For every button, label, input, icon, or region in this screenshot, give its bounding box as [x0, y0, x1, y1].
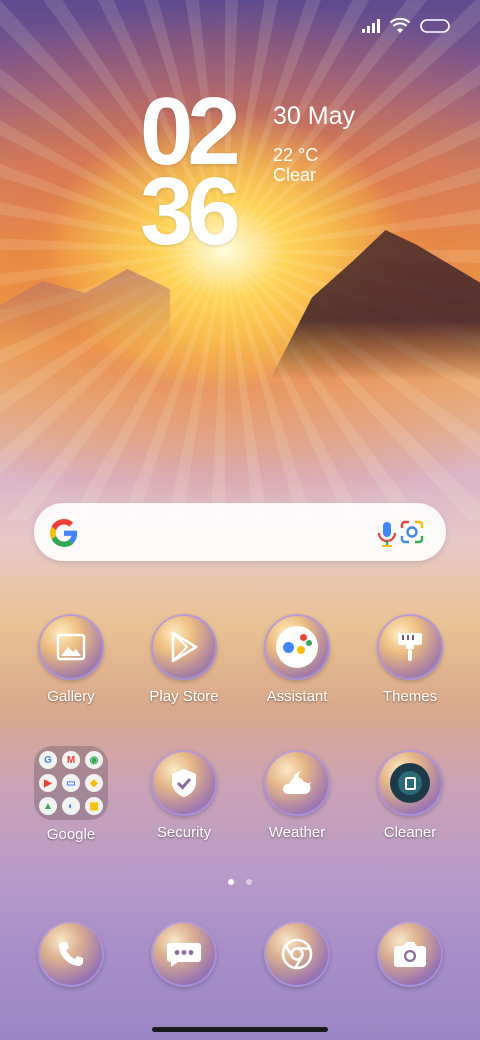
- app-label: Google: [46, 826, 96, 843]
- battery-icon: [420, 19, 450, 33]
- dock-messages[interactable]: [129, 921, 239, 987]
- messages-icon: [151, 921, 217, 987]
- phone-icon: [38, 921, 104, 987]
- folder-app-icon: ▭: [62, 774, 80, 792]
- folder-app-icon: ▦: [85, 797, 103, 815]
- folder-icon: G M ◉ ▶ ▭ ◆ ▲ ◐ ▦: [34, 746, 108, 820]
- assistant-icon: [264, 614, 330, 680]
- app-security[interactable]: Security: [129, 750, 239, 841]
- page-dot-active: [228, 879, 234, 885]
- dock-camera[interactable]: [355, 921, 465, 987]
- temperature-text: 22 °C: [273, 145, 319, 165]
- dock-phone[interactable]: [16, 921, 126, 987]
- google-search-bar[interactable]: [34, 503, 446, 561]
- gallery-icon: [38, 614, 104, 680]
- google-g-icon: [50, 519, 78, 552]
- status-bar: [362, 18, 450, 34]
- app-label: Assistant: [266, 688, 328, 705]
- page-indicator: [228, 879, 252, 885]
- home-gesture-bar[interactable]: [152, 1027, 328, 1032]
- app-themes[interactable]: Themes: [355, 614, 465, 705]
- app-cleaner[interactable]: Cleaner: [355, 750, 465, 841]
- folder-app-icon: ◆: [85, 774, 103, 792]
- play-store-icon: [151, 614, 217, 680]
- folder-app-icon: M: [62, 751, 80, 769]
- camera-icon: [377, 921, 443, 987]
- app-label: Security: [156, 824, 212, 841]
- date-text: 30 May: [273, 102, 355, 130]
- clock-minute: 36: [140, 158, 241, 265]
- app-label: Themes: [382, 688, 438, 705]
- folder-app-icon: ▶: [39, 774, 57, 792]
- page-dot: [246, 879, 252, 885]
- wallpaper-mountain: [270, 230, 480, 380]
- dock-chrome[interactable]: [242, 921, 352, 987]
- weather-icon: [264, 750, 330, 816]
- condition-text: Clear: [273, 165, 317, 185]
- wifi-icon: [390, 18, 410, 34]
- brush-icon: [377, 614, 443, 680]
- cleaner-icon: [377, 750, 443, 816]
- shield-icon: [151, 750, 217, 816]
- app-label: Play Store: [149, 688, 219, 705]
- app-folder-google[interactable]: G M ◉ ▶ ▭ ◆ ▲ ◐ ▦ Google: [16, 746, 126, 843]
- mic-icon[interactable]: [376, 521, 398, 552]
- chrome-icon: [264, 921, 330, 987]
- folder-app-icon: G: [39, 751, 57, 769]
- app-gallery[interactable]: Gallery: [16, 614, 126, 705]
- app-assistant[interactable]: Assistant: [242, 614, 352, 705]
- wallpaper-mountain-left: [0, 269, 170, 345]
- app-play-store[interactable]: Play Store: [129, 614, 239, 705]
- folder-app-icon: ▲: [39, 797, 57, 815]
- app-weather[interactable]: Weather: [242, 750, 352, 841]
- google-lens-icon[interactable]: [399, 519, 425, 550]
- app-label: Weather: [268, 824, 326, 841]
- clock-widget[interactable]: 02 36: [140, 84, 270, 265]
- weather-widget[interactable]: 30 May 22 °C Clear: [273, 102, 355, 185]
- signal-icon: [362, 19, 380, 33]
- app-label: Cleaner: [383, 824, 437, 841]
- folder-app-icon: ◉: [85, 751, 103, 769]
- app-label: Gallery: [47, 688, 95, 705]
- folder-app-icon: ◐: [62, 797, 80, 815]
